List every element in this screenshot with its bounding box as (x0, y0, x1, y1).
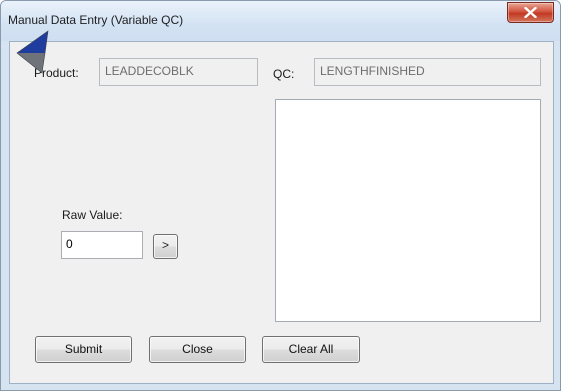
title-bar[interactable]: Manual Data Entry (Variable QC) (1, 1, 560, 41)
close-x-icon (524, 7, 537, 18)
window-close-button[interactable] (507, 2, 554, 23)
qc-values-listbox[interactable] (275, 99, 541, 322)
raw-value-label: Raw Value: (62, 208, 123, 222)
raw-value-input[interactable]: 0 (61, 231, 143, 259)
chevron-right-icon: > (161, 238, 169, 252)
clear-all-button[interactable]: Clear All (262, 336, 360, 363)
submit-button[interactable]: Submit (35, 336, 132, 363)
close-button[interactable]: Close (149, 336, 246, 363)
qc-label: QC: (273, 67, 295, 81)
product-field: LEADDECOBLK (99, 58, 258, 86)
dialog-window: Manual Data Entry (Variable QC) Product:… (0, 0, 561, 391)
dialog-client-area: Product: LEADDECOBLK QC: LENGTHFINISHED … (9, 41, 554, 384)
window-title: Manual Data Entry (Variable QC) (8, 13, 184, 27)
next-value-button[interactable]: > (153, 234, 178, 259)
qc-field: LENGTHFINISHED (314, 58, 541, 86)
mouse-pointer-icon (16, 30, 49, 74)
